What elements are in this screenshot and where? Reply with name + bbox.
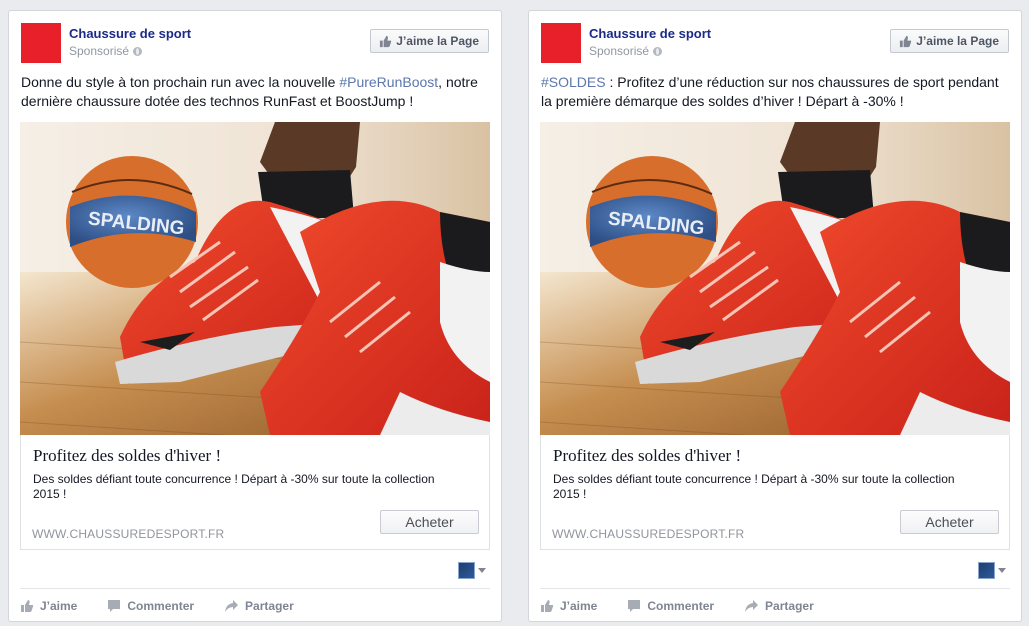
page-avatar[interactable] <box>541 23 581 63</box>
link-preview[interactable]: Profitez des soldes d'hiver ! Des soldes… <box>20 435 490 550</box>
buy-button[interactable]: Acheter <box>380 510 479 534</box>
thumbs-up-icon <box>541 600 554 612</box>
globe-icon <box>133 47 143 56</box>
link-preview[interactable]: Profitez des soldes d'hiver ! Des soldes… <box>540 435 1010 550</box>
sponsored-label: Sponsorisé <box>589 44 663 58</box>
thumbs-up-icon <box>21 600 34 612</box>
share-icon <box>225 600 239 612</box>
like-page-button[interactable]: J’aime la Page <box>370 29 489 53</box>
share-action[interactable]: Partager <box>224 599 294 613</box>
comment-icon <box>628 600 641 612</box>
comment-action[interactable]: Commenter <box>627 599 714 613</box>
share-icon <box>745 600 759 612</box>
like-action[interactable]: J’aime <box>20 599 77 613</box>
link-description: Des soldes défiant toute concurrence ! D… <box>33 472 435 501</box>
audience-selector[interactable] <box>458 561 488 579</box>
caret-down-icon <box>998 567 1006 573</box>
post-message: Donne du style à ton prochain run avec l… <box>21 74 478 109</box>
post-actions: J’aime Commenter Partager <box>20 594 490 618</box>
sponsored-label: Sponsorisé <box>69 44 143 58</box>
audience-icon <box>978 561 995 579</box>
thumbs-up-icon <box>380 35 392 47</box>
post-actions: J’aime Commenter Partager <box>540 594 1010 618</box>
comment-action[interactable]: Commenter <box>107 599 194 613</box>
caret-down-icon <box>478 567 486 573</box>
thumbs-up-icon <box>900 35 912 47</box>
link-url: WWW.CHAUSSUREDESPORT.FR <box>552 527 745 541</box>
page-name-link[interactable]: Chaussure de sport <box>69 26 191 41</box>
like-action[interactable]: J’aime <box>540 599 597 613</box>
post-header: Chaussure de sport Sponsorisé J’aime la … <box>541 23 1009 63</box>
sponsored-post-1: Chaussure de sport Sponsorisé J’aime la … <box>8 10 502 622</box>
post-header: Chaussure de sport Sponsorisé J’aime la … <box>21 23 489 63</box>
divider <box>20 588 490 589</box>
audience-selector[interactable] <box>978 561 1008 579</box>
hashtag-link[interactable]: #SOLDES <box>541 74 606 90</box>
sponsored-post-2: Chaussure de sport Sponsorisé J’aime la … <box>528 10 1022 622</box>
hashtag-link[interactable]: #PureRunBoost <box>339 74 438 90</box>
page-avatar[interactable] <box>21 23 61 63</box>
link-url: WWW.CHAUSSUREDESPORT.FR <box>32 527 225 541</box>
post-message: #SOLDES : Profitez d’une réduction sur n… <box>541 74 999 109</box>
like-page-button[interactable]: J’aime la Page <box>890 29 1009 53</box>
post-image[interactable] <box>540 122 1010 435</box>
link-title[interactable]: Profitez des soldes d'hiver ! <box>33 446 221 466</box>
buy-button[interactable]: Acheter <box>900 510 999 534</box>
post-image[interactable] <box>20 122 490 435</box>
page-name-link[interactable]: Chaussure de sport <box>589 26 711 41</box>
link-description: Des soldes défiant toute concurrence ! D… <box>553 472 955 501</box>
comment-icon <box>108 600 121 612</box>
link-title[interactable]: Profitez des soldes d'hiver ! <box>553 446 741 466</box>
share-action[interactable]: Partager <box>744 599 814 613</box>
globe-icon <box>653 47 663 56</box>
audience-icon <box>458 561 475 579</box>
divider <box>540 588 1010 589</box>
